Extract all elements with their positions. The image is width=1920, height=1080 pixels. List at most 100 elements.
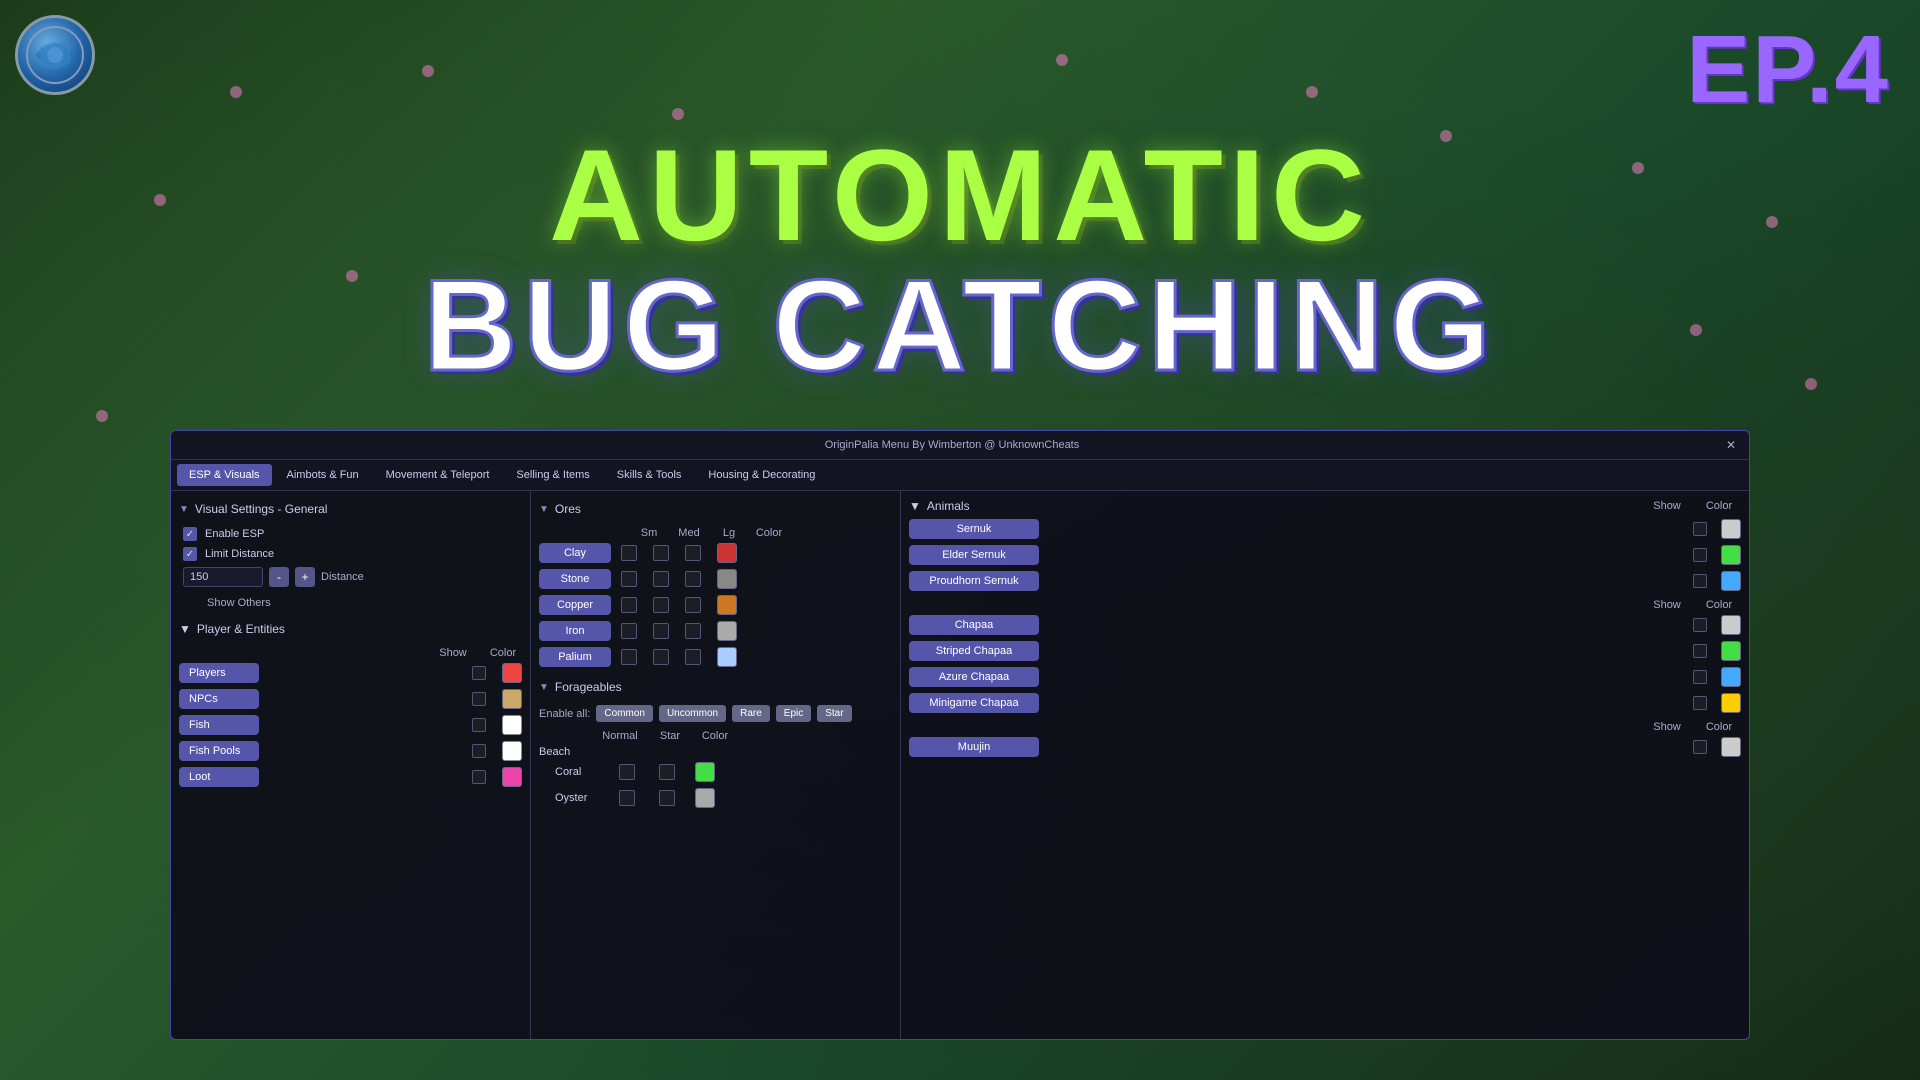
iron-button[interactable]: Iron bbox=[539, 621, 611, 641]
forage-normal-header: Normal bbox=[595, 730, 645, 742]
oyster-color-swatch[interactable] bbox=[695, 788, 715, 808]
iron-med-checkbox[interactable] bbox=[653, 623, 669, 639]
copper-sm-checkbox[interactable] bbox=[621, 597, 637, 613]
right-column: ▼ Animals Show Color Sernuk Elder Sernuk bbox=[901, 491, 1749, 1040]
entity-row-loot: Loot bbox=[179, 767, 522, 787]
distance-minus-button[interactable]: - bbox=[269, 567, 289, 587]
clay-sm-checkbox[interactable] bbox=[621, 545, 637, 561]
npcs-button[interactable]: NPCs bbox=[179, 689, 259, 709]
sernuk-button[interactable]: Sernuk bbox=[909, 519, 1039, 539]
clay-color-swatch[interactable] bbox=[717, 543, 737, 563]
stone-color-swatch[interactable] bbox=[717, 569, 737, 589]
title-line1: AUTOMATIC bbox=[0, 130, 1920, 260]
elder-sernuk-button[interactable]: Elder Sernuk bbox=[909, 545, 1039, 565]
players-button[interactable]: Players bbox=[179, 663, 259, 683]
chapaa-color-header: Color bbox=[1701, 599, 1737, 611]
stone-sm-checkbox[interactable] bbox=[621, 571, 637, 587]
fish-color-swatch[interactable] bbox=[502, 715, 522, 735]
palium-lg-checkbox[interactable] bbox=[685, 649, 701, 665]
striped-chapaa-color-swatch[interactable] bbox=[1721, 641, 1741, 661]
coral-normal-checkbox[interactable] bbox=[619, 764, 635, 780]
limit-distance-checkbox[interactable]: ✓ bbox=[183, 547, 197, 561]
copper-lg-checkbox[interactable] bbox=[685, 597, 701, 613]
muujin-show-checkbox[interactable] bbox=[1693, 740, 1707, 754]
iron-sm-checkbox[interactable] bbox=[621, 623, 637, 639]
copper-color-swatch[interactable] bbox=[717, 595, 737, 615]
fish-pools-color-swatch[interactable] bbox=[502, 741, 522, 761]
entities-arrow-icon: ▼ bbox=[179, 622, 191, 636]
chapaa-color-swatch[interactable] bbox=[1721, 615, 1741, 635]
stone-lg-checkbox[interactable] bbox=[685, 571, 701, 587]
tab-aimbots-fun[interactable]: Aimbots & Fun bbox=[275, 464, 371, 486]
entity-row-fish-pools: Fish Pools bbox=[179, 741, 522, 761]
tab-selling-items[interactable]: Selling & Items bbox=[504, 464, 601, 486]
coral-star-checkbox[interactable] bbox=[659, 764, 675, 780]
chapaa-show-checkbox[interactable] bbox=[1693, 618, 1707, 632]
chapaa-button[interactable]: Chapaa bbox=[909, 615, 1039, 635]
epic-button[interactable]: Epic bbox=[776, 705, 811, 722]
proudhorn-sernuk-color-swatch[interactable] bbox=[1721, 571, 1741, 591]
minigame-chapaa-color-swatch[interactable] bbox=[1721, 693, 1741, 713]
palium-sm-checkbox[interactable] bbox=[621, 649, 637, 665]
distance-plus-button[interactable]: + bbox=[295, 567, 315, 587]
sernuk-show-checkbox[interactable] bbox=[1693, 522, 1707, 536]
star-button[interactable]: Star bbox=[817, 705, 851, 722]
uncommon-button[interactable]: Uncommon bbox=[659, 705, 726, 722]
ore-column-headers: Sm Med Lg Color bbox=[539, 527, 892, 539]
fish-pools-button[interactable]: Fish Pools bbox=[179, 741, 259, 761]
coral-color-swatch[interactable] bbox=[695, 762, 715, 782]
palium-med-checkbox[interactable] bbox=[653, 649, 669, 665]
muujin-color-swatch[interactable] bbox=[1721, 737, 1741, 757]
fish-show-checkbox[interactable] bbox=[472, 718, 486, 732]
fish-pools-show-checkbox[interactable] bbox=[472, 744, 486, 758]
copper-button[interactable]: Copper bbox=[539, 595, 611, 615]
tab-esp-visuals[interactable]: ESP & Visuals bbox=[177, 464, 272, 486]
striped-chapaa-show-checkbox[interactable] bbox=[1693, 644, 1707, 658]
copper-med-checkbox[interactable] bbox=[653, 597, 669, 613]
animals-arrow-icon: ▼ bbox=[909, 499, 921, 513]
sernuk-color-swatch[interactable] bbox=[1721, 519, 1741, 539]
palium-button[interactable]: Palium bbox=[539, 647, 611, 667]
proudhorn-sernuk-button[interactable]: Proudhorn Sernuk bbox=[909, 571, 1039, 591]
loot-color-swatch[interactable] bbox=[502, 767, 522, 787]
enable-esp-checkbox[interactable]: ✓ bbox=[183, 527, 197, 541]
oyster-star-checkbox[interactable] bbox=[659, 790, 675, 806]
tab-housing-decorating[interactable]: Housing & Decorating bbox=[696, 464, 827, 486]
proudhorn-sernuk-show-checkbox[interactable] bbox=[1693, 574, 1707, 588]
stone-button[interactable]: Stone bbox=[539, 569, 611, 589]
oyster-normal-checkbox[interactable] bbox=[619, 790, 635, 806]
game-logo bbox=[15, 15, 95, 95]
loot-show-checkbox[interactable] bbox=[472, 770, 486, 784]
azure-chapaa-color-swatch[interactable] bbox=[1721, 667, 1741, 687]
panel-close-button[interactable]: ✕ bbox=[1723, 437, 1739, 453]
tab-skills-tools[interactable]: Skills & Tools bbox=[605, 464, 694, 486]
show-others-row: Show Others bbox=[179, 597, 522, 609]
iron-lg-checkbox[interactable] bbox=[685, 623, 701, 639]
common-button[interactable]: Common bbox=[596, 705, 653, 722]
azure-chapaa-show-checkbox[interactable] bbox=[1693, 670, 1707, 684]
minigame-chapaa-button[interactable]: Minigame Chapaa bbox=[909, 693, 1039, 713]
rare-button[interactable]: Rare bbox=[732, 705, 770, 722]
clay-med-checkbox[interactable] bbox=[653, 545, 669, 561]
npcs-show-checkbox[interactable] bbox=[472, 692, 486, 706]
players-color-swatch[interactable] bbox=[502, 663, 522, 683]
players-show-checkbox[interactable] bbox=[472, 666, 486, 680]
clay-button[interactable]: Clay bbox=[539, 543, 611, 563]
fish-button[interactable]: Fish bbox=[179, 715, 259, 735]
chapaa-group-header: Show Color bbox=[909, 599, 1741, 611]
loot-button[interactable]: Loot bbox=[179, 767, 259, 787]
distance-input[interactable]: 150 bbox=[183, 567, 263, 587]
minigame-chapaa-show-checkbox[interactable] bbox=[1693, 696, 1707, 710]
npcs-color-swatch[interactable] bbox=[502, 689, 522, 709]
tab-movement-teleport[interactable]: Movement & Teleport bbox=[374, 464, 502, 486]
azure-chapaa-button[interactable]: Azure Chapaa bbox=[909, 667, 1039, 687]
iron-color-swatch[interactable] bbox=[717, 621, 737, 641]
palium-color-swatch[interactable] bbox=[717, 647, 737, 667]
arrow-icon: ▼ bbox=[179, 504, 189, 515]
elder-sernuk-show-checkbox[interactable] bbox=[1693, 548, 1707, 562]
stone-med-checkbox[interactable] bbox=[653, 571, 669, 587]
striped-chapaa-button[interactable]: Striped Chapaa bbox=[909, 641, 1039, 661]
clay-lg-checkbox[interactable] bbox=[685, 545, 701, 561]
muujin-button[interactable]: Muujin bbox=[909, 737, 1039, 757]
elder-sernuk-color-swatch[interactable] bbox=[1721, 545, 1741, 565]
